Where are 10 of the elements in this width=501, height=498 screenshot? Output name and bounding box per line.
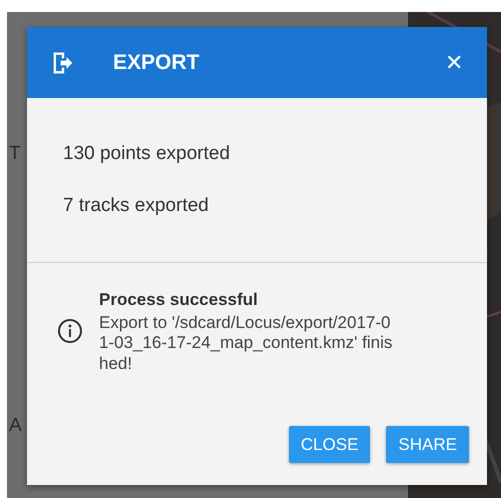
action-button[interactable]: CLOSE bbox=[288, 426, 370, 463]
result-text: 7 tracks exported bbox=[62, 194, 210, 218]
background-label: A bbox=[9, 414, 22, 438]
result-text: 130 points exported bbox=[62, 142, 231, 166]
message-title: Process successful bbox=[99, 289, 259, 311]
info-icon bbox=[57, 318, 83, 344]
background-label: T bbox=[9, 142, 21, 166]
dialog-title: EXPORT bbox=[113, 50, 200, 76]
message-text: Export to '/sdcard/Locus/export/2017-01-03_16-17-24_map_content.kmz' finished! bbox=[99, 312, 394, 375]
action-button[interactable]: SHARE bbox=[386, 426, 469, 463]
